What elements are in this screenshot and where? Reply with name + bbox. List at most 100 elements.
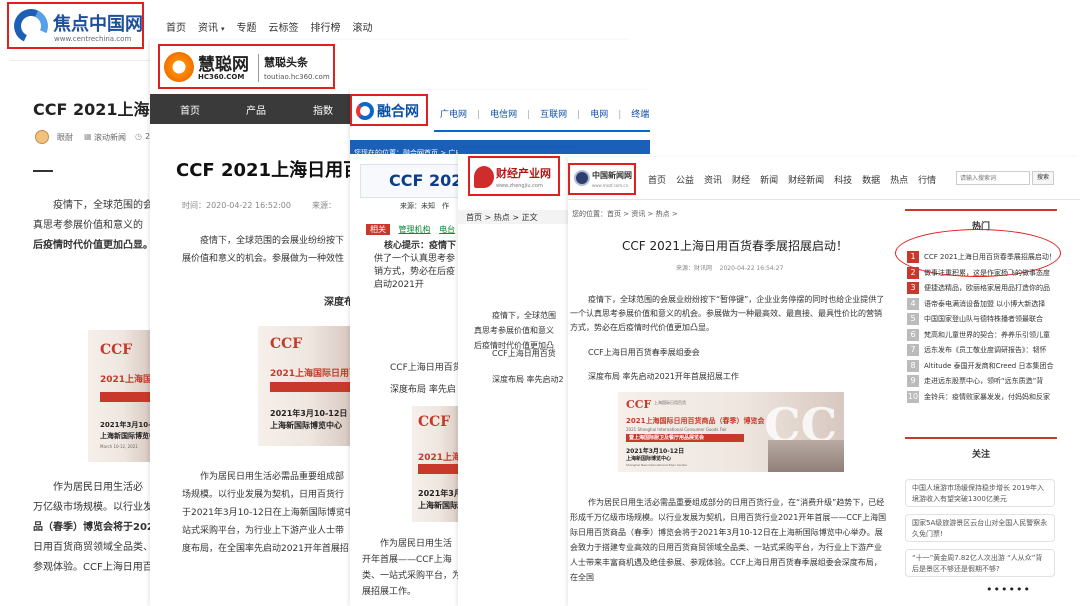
hot-item[interactable]: 10 金铃兵：疫情败家暴发发，付妈妈和反家	[907, 390, 1057, 406]
hot-item[interactable]: 8 Altitude 泰国开发商和Creed 日本集团合	[907, 359, 1057, 375]
tag-manage[interactable]: 管理机构	[399, 225, 431, 234]
poster-title: 2021上海国际日用百货商品（春季）博览会	[270, 369, 352, 379]
centrechina-nav: 首页 资讯 ▾ 专题 云标签 排行榜 滚动	[166, 19, 373, 34]
nav-scroll[interactable]: 滚动	[353, 19, 373, 34]
centrechina-logo[interactable]: 焦点中国网 www.centrechina.com	[7, 2, 144, 49]
poster-bar	[100, 392, 152, 402]
hot-item[interactable]: 4 语帝泰电满消设备加盟 以小博大新选择	[907, 297, 1057, 313]
poster-venue: 上海新国际博览中心	[100, 432, 152, 440]
nav-internet[interactable]: 互联网	[540, 107, 567, 120]
nav-sep: |	[618, 110, 622, 120]
nav-finance[interactable]: 财经	[732, 173, 750, 186]
nav-home[interactable]: 首页	[166, 19, 186, 34]
article-title: CCF 2021上海日用百货春季展招展启动！	[622, 239, 849, 253]
tag-related: 相关	[366, 224, 390, 235]
hot-item[interactable]: 1 CCF 2021上海日用百货春季展招展启动！	[907, 250, 1057, 266]
nav-rank[interactable]: 排行榜	[311, 19, 341, 34]
nav-news[interactable]: 资讯	[704, 173, 722, 186]
rank-badge: 5	[907, 313, 919, 325]
ronghe-logo[interactable]: 融合网	[350, 94, 428, 126]
poster-brand-sub: 上海国际日用百货	[654, 400, 686, 405]
author-avatar	[35, 130, 49, 144]
meta-source: 来源：财讯网	[676, 265, 713, 272]
search-button[interactable]: 搜索	[1032, 171, 1054, 185]
hot-item-text: 中国国家登山队与德特株播者领最联合	[924, 315, 1043, 323]
breadcrumb[interactable]: 首页 > 热点 > 正文	[466, 212, 538, 223]
author-name[interactable]: 眼耐	[57, 132, 73, 143]
hot-item[interactable]: 5 中国国家登山队与德特株播者领最联合	[907, 312, 1057, 328]
nav-products[interactable]: 产品	[246, 102, 266, 117]
follow-item[interactable]: 国家5A级旅游景区云台山对全国人民警察永久免门票!	[905, 514, 1055, 542]
swirl-logo-icon	[9, 4, 53, 48]
hot-item-text: Altitude 泰国开发商和Creed 日本集团合	[924, 361, 1054, 370]
logo-divider	[258, 54, 259, 82]
nav-topic[interactable]: 专题	[237, 19, 257, 34]
para1-line: 后疫情时代价值更加凸显。	[33, 240, 153, 251]
hot-item-text: 做事注重积累，这是作家杨飞的做事态度	[924, 268, 1050, 277]
poster-en: 2021 Shanghai International Consumer Goo…	[626, 427, 727, 432]
window-caijing: 财经产业网 www.zhengjiu.com 首页 > 热点 > 正文 疫情下，…	[458, 148, 578, 606]
nav-hot[interactable]: 热点	[890, 173, 908, 186]
follow-title: 关注	[971, 450, 990, 460]
logo-icon	[356, 102, 374, 120]
hc360-logo[interactable]: 慧聪网 HC360.COM 慧聪头条 toutiao.hc360.com	[158, 44, 335, 89]
sub-line: 深度布局 率先启动2021开年首展招展工作	[588, 372, 739, 381]
logo-name: 慧聪头条	[264, 56, 308, 69]
para2: 作为居民日用生活 开年首展——CCF上海 类、一站式采购平台，为 展招展工作。	[362, 536, 461, 600]
event-poster-image: CCF 上海国际日用百货 2021上海国际日用百货商品（春季）博览会 2021 …	[618, 392, 844, 472]
follow-item[interactable]: “十一”黄金周7.82亿人次出游 “人从众”背后是景区不够还是假期不够?	[905, 549, 1055, 577]
poster-title: 2021上海国际日用百货商品（春季）博览会	[626, 417, 765, 425]
nav-telecom[interactable]: 电信网	[490, 107, 517, 120]
logo-url: www.mezf.com.cn	[592, 183, 629, 188]
hot-item-text: 远东发布《员工敬业度调研报告》：韧怀	[924, 346, 1047, 354]
sub-line: 深度布局 率先启	[390, 385, 456, 395]
nav-index[interactable]: 指数	[313, 102, 333, 117]
article-title: CCF 2021上海	[33, 100, 150, 119]
chevron-down-icon: ▾	[221, 25, 225, 33]
logo-text: 慧聪网	[198, 55, 249, 75]
hot-item[interactable]: 2 做事注重积累，这是作家杨飞的做事态度	[907, 266, 1057, 282]
poster-brand: CCF	[270, 336, 303, 352]
author: 作	[442, 202, 449, 210]
hot-list: 1 CCF 2021上海日用百货春季展招展启动！ 2 做事注重积累，这是作家杨飞的做…	[907, 250, 1057, 405]
nav-tech[interactable]: 科技	[834, 173, 852, 186]
para-line: 度布局，在全国率先启动2021开年首展招	[182, 544, 349, 554]
mezf-logo[interactable]: 中国新闻网 www.mezf.com.cn	[568, 163, 636, 195]
nav-home[interactable]: 首页	[180, 102, 200, 117]
rank-badge: 4	[907, 297, 919, 310]
article-para-2: 作为居民日用生活必需品重要组成部分的日用百货行业，在“消费升级”趋势下，已经形成…	[570, 498, 887, 582]
poster-buildings	[768, 440, 844, 472]
follow-item[interactable]: 中国人境游市场缓保持稳步增长 2019年入境游收入有望突破1300亿美元	[905, 479, 1055, 507]
hot-item[interactable]: 7 远东发布《员工敬业度调研报告》：韧怀	[907, 343, 1057, 359]
nav-charity[interactable]: 公益	[676, 173, 694, 186]
nav-market[interactable]: 行情	[918, 173, 936, 186]
category-label[interactable]: 滚动新闻	[94, 132, 126, 143]
para2: 作为居民日用生活必需品重要组成部 场规模。以行业发展为契机，日用百货行 于202…	[182, 468, 354, 558]
publish-time: 时间：2020-04-22 16:52:00	[182, 201, 291, 210]
para1: 疫情下，全球范围的会展业纷纷按下 展价值和意义的机会。参展做为一种效性	[182, 232, 344, 268]
nav-grid[interactable]: 电网	[590, 107, 608, 120]
caijing-logo[interactable]: 财经产业网 www.zhengjiu.com	[468, 156, 560, 196]
follow-item-text: 中国人境游市场缓保持稳步增长 2019年入境游收入有望突破1300亿美元	[912, 484, 1045, 503]
search-input[interactable]	[956, 171, 1030, 185]
rank-badge: 1	[907, 251, 919, 263]
para-line: 类、一站式采购平台，为	[362, 571, 462, 581]
tag-radio[interactable]: 电台	[439, 225, 455, 234]
nav-home[interactable]: 首页	[648, 173, 666, 186]
hot-item[interactable]: 3 便捷选精品，欧丽格家居用品打造你的品	[907, 281, 1057, 297]
nav-xinwen[interactable]: 新闻	[760, 173, 778, 186]
sub-line: 深度布局 率先启动2	[492, 375, 564, 384]
nav-news[interactable]: 资讯	[198, 19, 218, 34]
logo-text: 中国新闻网	[592, 170, 632, 180]
summary-line: 启动2021开	[374, 280, 424, 290]
article-para-1: 疫情下，全球范围的会展业纷纷按下“暂停键”，企业业务停摆的同时也给企业提供了一个…	[570, 295, 885, 332]
breadcrumb[interactable]: 您的位置：首页 > 资讯 > 热点 >	[572, 209, 678, 219]
nav-tv[interactable]: 广电网	[440, 107, 467, 120]
short-divider	[33, 170, 53, 172]
nav-terminal[interactable]: 终端	[631, 107, 649, 120]
nav-tags[interactable]: 云标签	[269, 19, 299, 34]
nav-data[interactable]: 数据	[862, 173, 880, 186]
hot-item[interactable]: 9 走进远东股票中心，领听“远东质造”背	[907, 374, 1057, 390]
nav-finance-news[interactable]: 财经新闻	[788, 173, 824, 186]
hot-item[interactable]: 6 梵高和儿童世界的契合：养养乐引领儿童	[907, 328, 1057, 344]
